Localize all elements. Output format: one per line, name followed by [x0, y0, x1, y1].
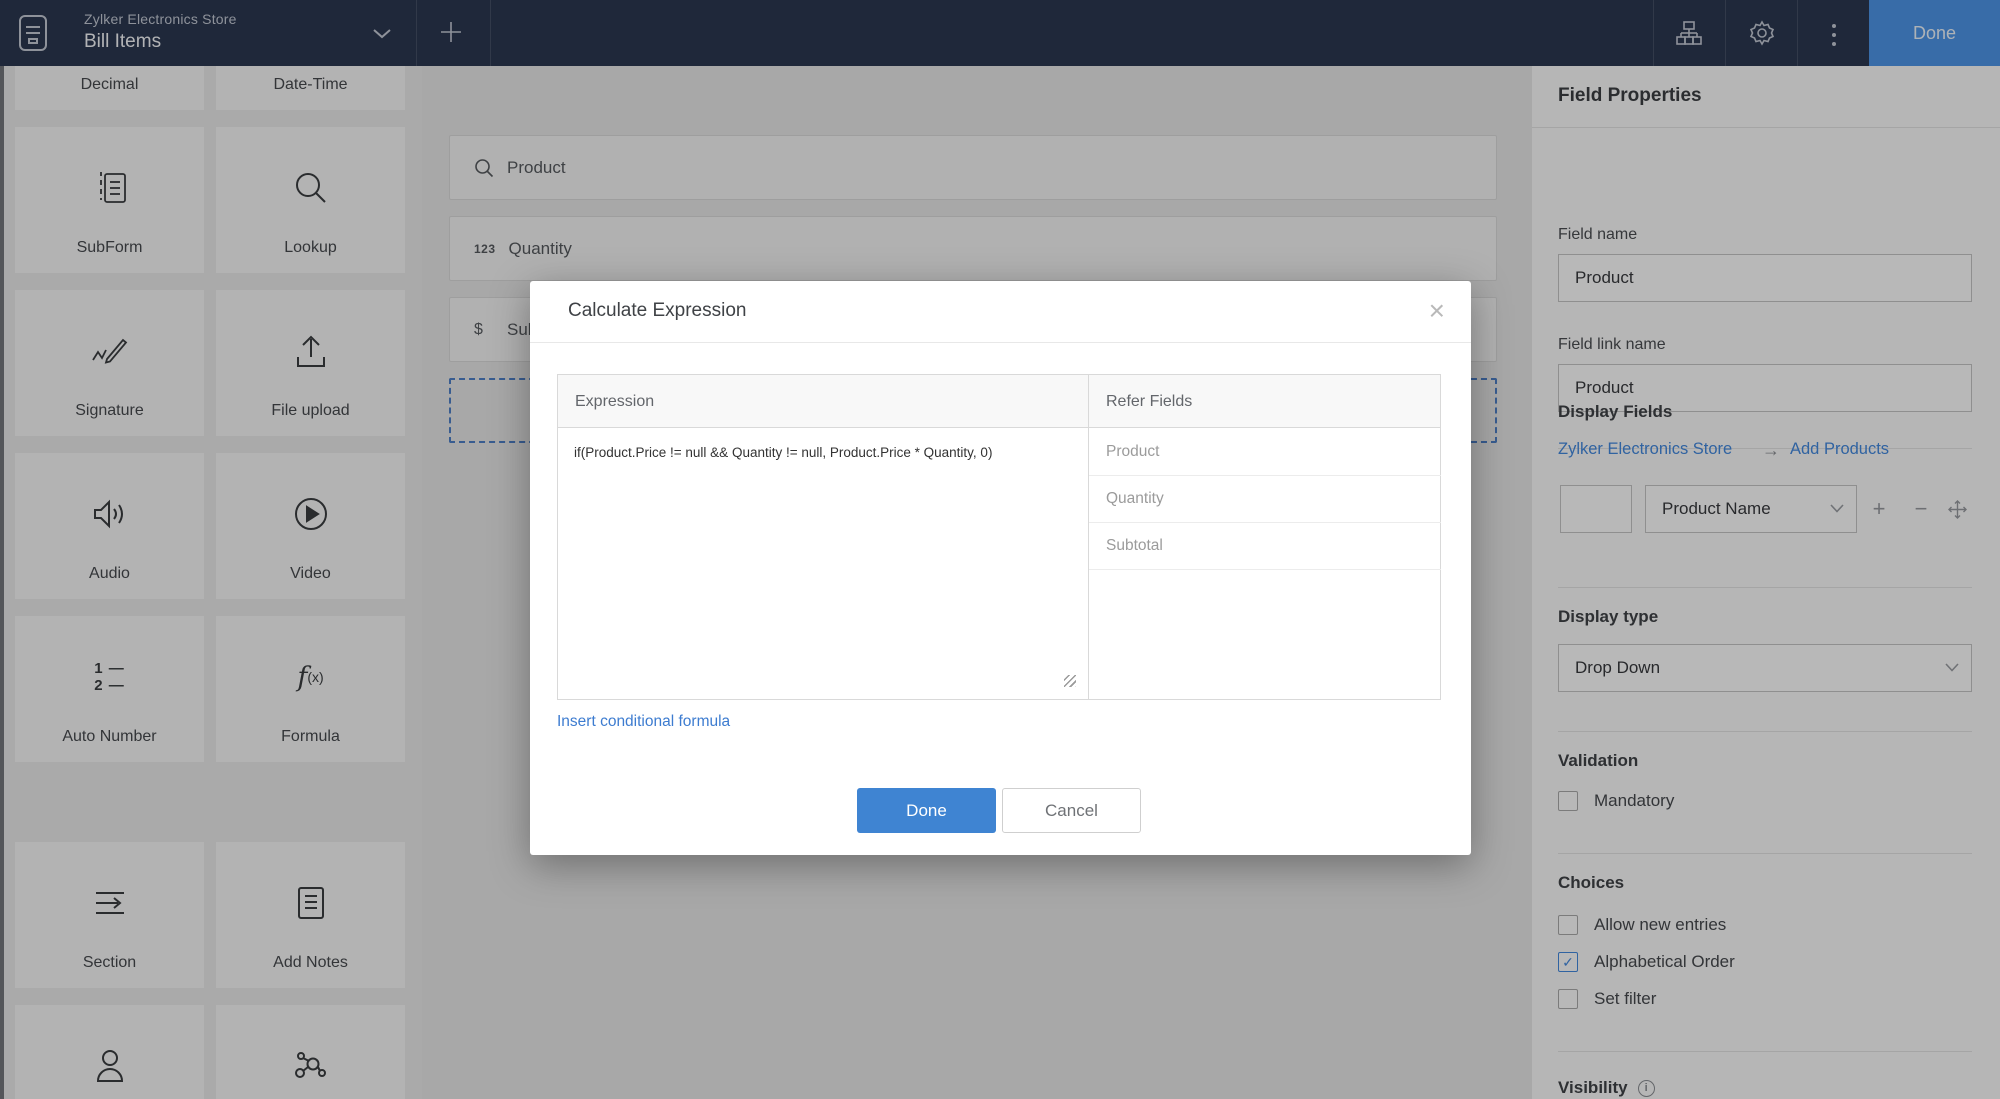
expression-textarea[interactable]: if(Product.Price != null && Quantity != … [558, 429, 1088, 699]
expression-table: Expression Refer Fields if(Product.Price… [557, 374, 1441, 700]
close-icon[interactable]: × [1429, 295, 1445, 327]
calculate-expression-dialog: Calculate Expression × Expression Refer … [530, 281, 1471, 855]
resize-handle[interactable] [1064, 675, 1076, 687]
dialog-done-button[interactable]: Done [857, 788, 996, 833]
refer-fields-column-header: Refer Fields [1106, 392, 1193, 410]
insert-conditional-formula-link[interactable]: Insert conditional formula [557, 713, 730, 731]
dialog-header: Calculate Expression × [530, 281, 1471, 343]
table-header-row: Expression Refer Fields [558, 375, 1440, 428]
expression-column-header: Expression [575, 392, 655, 410]
refer-field-quantity[interactable]: Quantity [1089, 476, 1441, 523]
dialog-cancel-button[interactable]: Cancel [1002, 788, 1141, 833]
dialog-title: Calculate Expression [568, 300, 747, 321]
refer-field-product[interactable]: Product [1089, 429, 1441, 476]
refer-field-subtotal[interactable]: Subtotal [1089, 523, 1441, 570]
